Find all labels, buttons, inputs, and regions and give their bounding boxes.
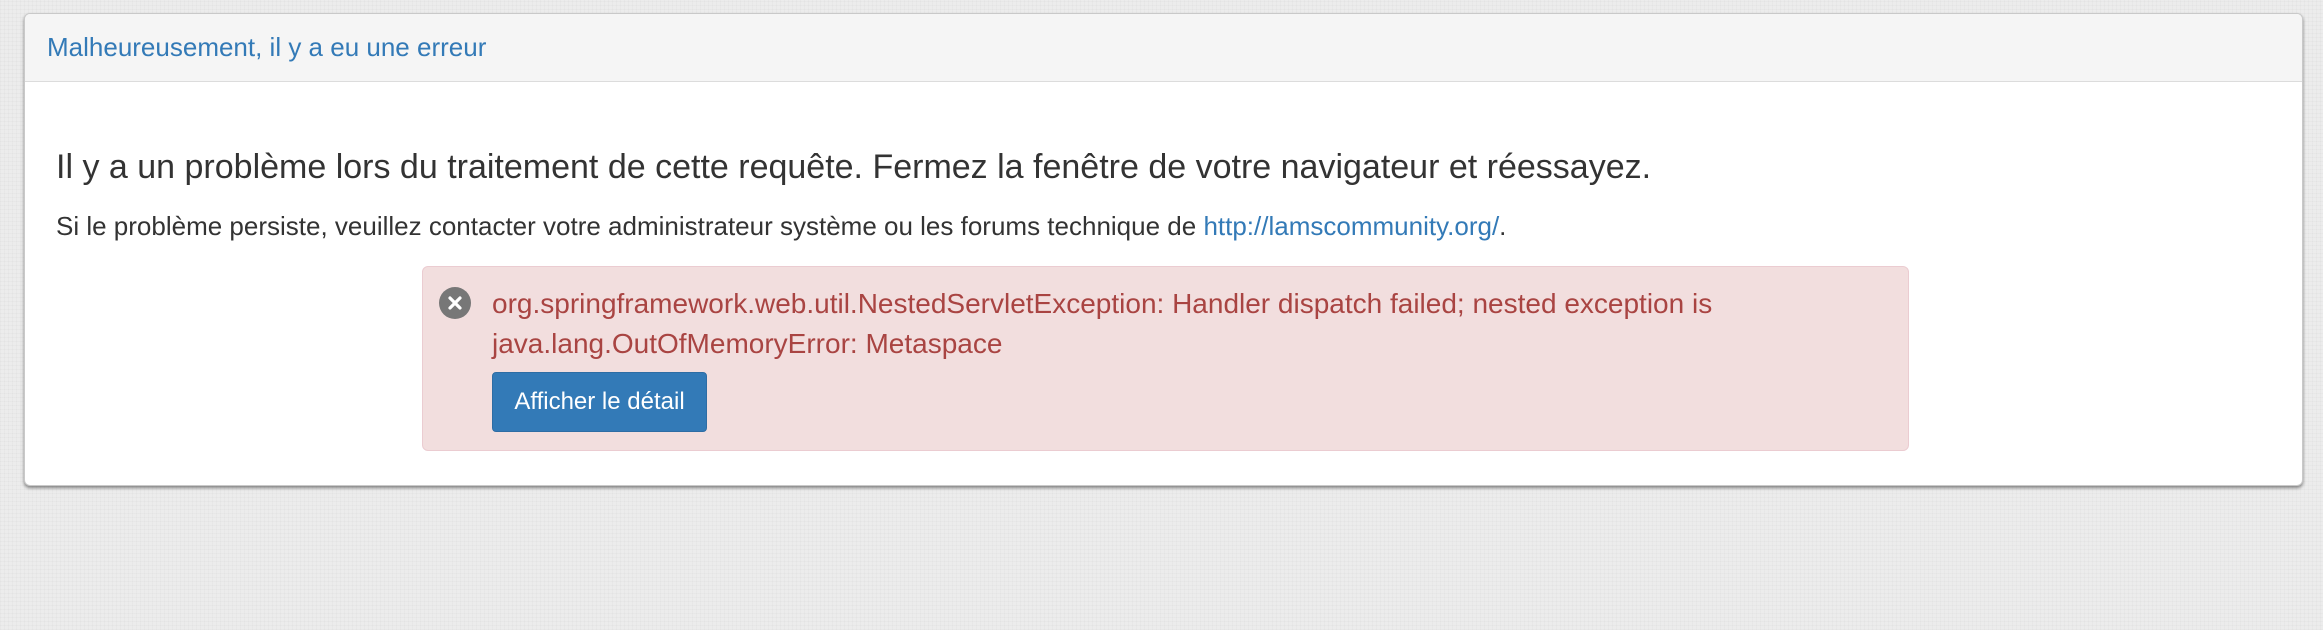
error-circle-x-icon	[439, 287, 471, 319]
error-panel: Malheureusement, il y a eu une erreur Il…	[24, 13, 2303, 486]
panel-heading: Malheureusement, il y a eu une erreur	[25, 14, 2302, 82]
support-message-suffix: .	[1499, 211, 1507, 241]
exception-message-line2: java.lang.OutOfMemoryError: Metaspace	[492, 328, 1003, 359]
error-alert: org.springframework.web.util.NestedServl…	[422, 266, 1909, 451]
panel-body: Il y a un problème lors du traitement de…	[25, 82, 2302, 485]
exception-message-line1: org.springframework.web.util.NestedServl…	[492, 288, 1713, 319]
support-message: Si le problème persiste, veuillez contac…	[56, 211, 1506, 242]
show-detail-button[interactable]: Afficher le détail	[492, 372, 707, 432]
panel-title: Malheureusement, il y a eu une erreur	[47, 32, 487, 62]
exception-message: org.springframework.web.util.NestedServl…	[492, 284, 1872, 364]
support-message-text: Si le problème persiste, veuillez contac…	[56, 211, 1204, 241]
community-link[interactable]: http://lamscommunity.org/	[1203, 211, 1499, 241]
main-error-message: Il y a un problème lors du traitement de…	[56, 148, 1652, 186]
